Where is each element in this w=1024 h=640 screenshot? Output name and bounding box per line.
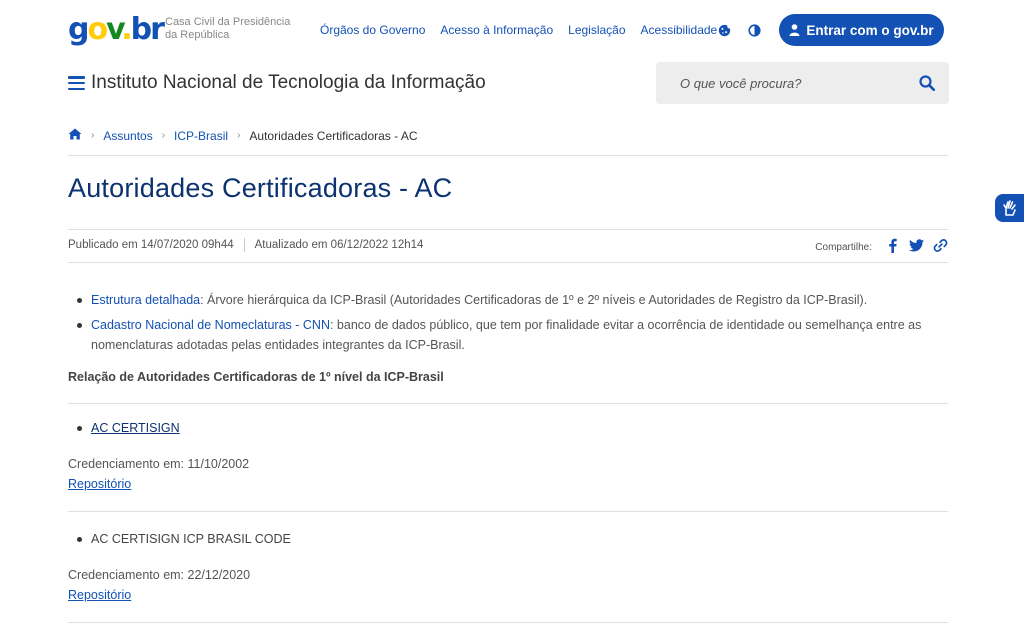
link-icon[interactable]: [932, 237, 948, 253]
credenciamento-date: Credenciamento em: 22/12/2020: [68, 568, 251, 582]
list-item-text: : Árvore hierárquica da ICP-Brasil (Auto…: [200, 293, 868, 307]
divider: [68, 622, 948, 623]
meta-divider: [243, 238, 245, 252]
breadcrumb-icp-brasil[interactable]: ICP-Brasil: [174, 129, 228, 143]
ac-certisign-code-name: AC CERTISIGN ICP BRASIL CODE: [91, 532, 291, 546]
published-date: Publicado em 14/07/2020 09h44: [68, 239, 234, 251]
search-bar: [656, 62, 949, 104]
intro-list: Estrutura detalhada: Árvore hierárquica …: [68, 290, 948, 360]
nav-legislacao[interactable]: Legislação: [568, 23, 625, 37]
twitter-icon[interactable]: [908, 237, 924, 253]
breadcrumb-current: Autoridades Certificadoras - AC: [249, 128, 418, 143]
ac-name: AC CERTISIGN ICP BRASIL CODE: [68, 530, 948, 548]
facebook-icon[interactable]: [884, 237, 900, 253]
divider: [68, 262, 948, 263]
chevron-right-icon: ›: [91, 130, 95, 141]
login-button[interactable]: Entrar com o gov.br: [779, 14, 944, 46]
updated-date: Atualizado em 06/12/2022 12h14: [254, 239, 424, 251]
search-icon[interactable]: [917, 73, 937, 93]
list-item: Estrutura detalhada: Árvore hierárquica …: [68, 290, 948, 310]
credenciamento-date: Credenciamento em: 11/10/2002: [68, 457, 250, 471]
list-item: Cadastro Nacional de Nomeclaturas - CNN:…: [68, 315, 948, 355]
chevron-right-icon: ›: [237, 130, 241, 141]
ac-entry: AC CERTISIGN Credenciamento em: 11/10/20…: [68, 419, 948, 493]
share-bar: Compartilhe:: [815, 237, 948, 253]
site-title[interactable]: Instituto Nacional de Tecnologia da Info…: [91, 72, 486, 94]
estrutura-detalhada-link[interactable]: Estrutura detalhada: [91, 293, 200, 307]
publication-meta: Publicado em 14/07/2020 09h44 Atualizado…: [68, 238, 423, 252]
cookie-icon[interactable]: [716, 22, 732, 38]
divider: [68, 155, 948, 156]
page-title: Autoridades Certificadoras - AC: [68, 173, 453, 203]
org-name: Casa Civil da Presidência da República: [165, 16, 291, 41]
repositorio-link[interactable]: Repositório: [68, 588, 131, 602]
govbr-logo[interactable]: gov.br: [68, 14, 165, 46]
section-title: Relação de Autoridades Certificadoras de…: [68, 370, 444, 384]
contrast-icon[interactable]: [746, 22, 762, 38]
divider: [68, 229, 948, 230]
user-icon: [789, 24, 800, 36]
divider: [68, 511, 948, 512]
breadcrumb-assuntos[interactable]: Assuntos: [103, 129, 152, 143]
top-bar: gov.br Casa Civil da Presidência da Repú…: [68, 14, 948, 48]
share-label: Compartilhe:: [815, 242, 872, 253]
ac-name: AC CERTISIGN: [68, 419, 948, 437]
chevron-right-icon: ›: [161, 130, 166, 141]
top-nav: Órgãos do Governo Acesso à Informação Le…: [320, 23, 717, 37]
breadcrumb: › Assuntos › ICP-Brasil › Autoridades Ce…: [68, 128, 417, 143]
repositorio-link[interactable]: Repositório: [68, 477, 131, 491]
hand-talk-icon: [1002, 200, 1016, 216]
menu-icon[interactable]: [68, 76, 85, 90]
nav-acessibilidade[interactable]: Acessibilidade: [641, 23, 718, 37]
search-input[interactable]: [656, 62, 906, 104]
ac-entry: AC CERTISIGN ICP BRASIL CODE Credenciame…: [68, 530, 948, 604]
divider: [68, 403, 948, 404]
home-icon[interactable]: [68, 128, 82, 143]
ac-certisign-link[interactable]: AC CERTISIGN: [91, 421, 180, 435]
hand-talk-button[interactable]: [995, 194, 1024, 222]
nav-orgaos[interactable]: Órgãos do Governo: [320, 23, 425, 37]
cnn-link[interactable]: Cadastro Nacional de Nomeclaturas - CNN: [91, 318, 330, 332]
nav-acesso-informacao[interactable]: Acesso à Informação: [440, 23, 553, 37]
site-header: Instituto Nacional de Tecnologia da Info…: [68, 62, 949, 106]
login-label: Entrar com o gov.br: [806, 22, 934, 38]
